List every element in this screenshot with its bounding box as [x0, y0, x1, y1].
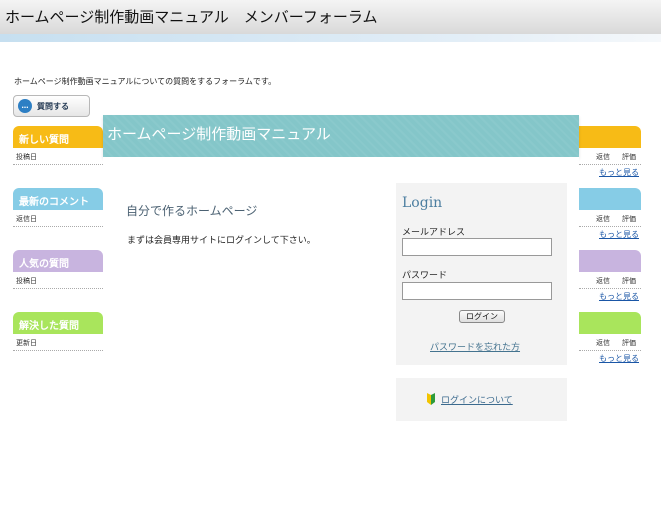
latest-comments-more-link[interactable]: もっと見る: [599, 229, 639, 240]
solved-questions-rating-column: 評価: [622, 339, 636, 347]
new-questions-rating-column: 評価: [622, 153, 636, 161]
popular-questions-reply-column: 返信: [596, 277, 610, 285]
forum-description: ホームページ制作動画マニュアルについての質問をするフォーラムです。: [14, 77, 277, 86]
new-questions-header-left: 新しい質問: [13, 126, 103, 148]
latest-comments-title: 最新のコメント: [19, 197, 89, 208]
latest-comments-rating-column: 評価: [622, 215, 636, 223]
solved-questions-header-right: [579, 312, 641, 334]
latest-comments-reply-column: 返信: [596, 215, 610, 223]
password-label: パスワード: [402, 271, 448, 281]
latest-comments-header-right: [579, 188, 641, 210]
popular-questions-rating-column: 評価: [622, 277, 636, 285]
new-questions-more-link[interactable]: もっと見る: [599, 167, 639, 178]
ask-question-label: 質問する: [37, 102, 69, 111]
login-title: Login: [402, 195, 443, 211]
solved-questions-title: 解決した質問: [19, 321, 79, 332]
solved-questions-more-link[interactable]: もっと見る: [599, 353, 639, 364]
popular-questions-date-column: 投稿日: [16, 277, 37, 285]
solved-questions-date-column: 更新日: [16, 339, 37, 347]
new-questions-header-right: [579, 126, 641, 148]
popular-questions-title: 人気の質問: [19, 259, 69, 270]
speech-bubble-icon: …: [18, 99, 32, 113]
beginner-mark-icon: [427, 393, 435, 405]
forgot-password-link[interactable]: パスワードを忘れた方: [430, 340, 520, 353]
header-band: [0, 34, 661, 42]
new-questions-reply-column: 返信: [596, 153, 610, 161]
divider: [579, 164, 641, 165]
divider: [13, 226, 103, 227]
modal-title-bar: ホームページ制作動画マニュアル: [103, 115, 579, 157]
modal-instruction: まずは会員専用サイトにログインして下さい。: [127, 236, 316, 246]
email-label: メールアドレス: [402, 228, 466, 238]
latest-comments-date-column: 返信日: [16, 215, 37, 223]
ask-question-button[interactable]: … 質問する: [13, 95, 90, 117]
login-button[interactable]: ログイン: [459, 310, 505, 323]
email-field[interactable]: [402, 238, 552, 256]
divider: [13, 288, 103, 289]
divider: [579, 226, 641, 227]
divider: [579, 350, 641, 351]
site-title: ホームページ制作動画マニュアル メンバーフォーラム: [5, 8, 378, 26]
divider: [13, 164, 103, 165]
popular-questions-more-link[interactable]: もっと見る: [599, 291, 639, 302]
new-questions-date-column: 投稿日: [16, 153, 37, 161]
latest-comments-header-left: 最新のコメント: [13, 188, 103, 210]
modal-heading: 自分で作るホームページ: [126, 204, 258, 218]
modal-title: ホームページ制作動画マニュアル: [107, 125, 331, 143]
solved-questions-header-left: 解決した質問: [13, 312, 103, 334]
popular-questions-header-right: [579, 250, 641, 272]
about-login-link[interactable]: ログインについて: [441, 393, 513, 406]
divider: [13, 350, 103, 351]
new-questions-title: 新しい質問: [19, 135, 69, 146]
password-field[interactable]: [402, 282, 552, 300]
solved-questions-reply-column: 返信: [596, 339, 610, 347]
top-bar: ホームページ制作動画マニュアル メンバーフォーラム: [0, 0, 661, 34]
divider: [579, 288, 641, 289]
popular-questions-header-left: 人気の質問: [13, 250, 103, 272]
